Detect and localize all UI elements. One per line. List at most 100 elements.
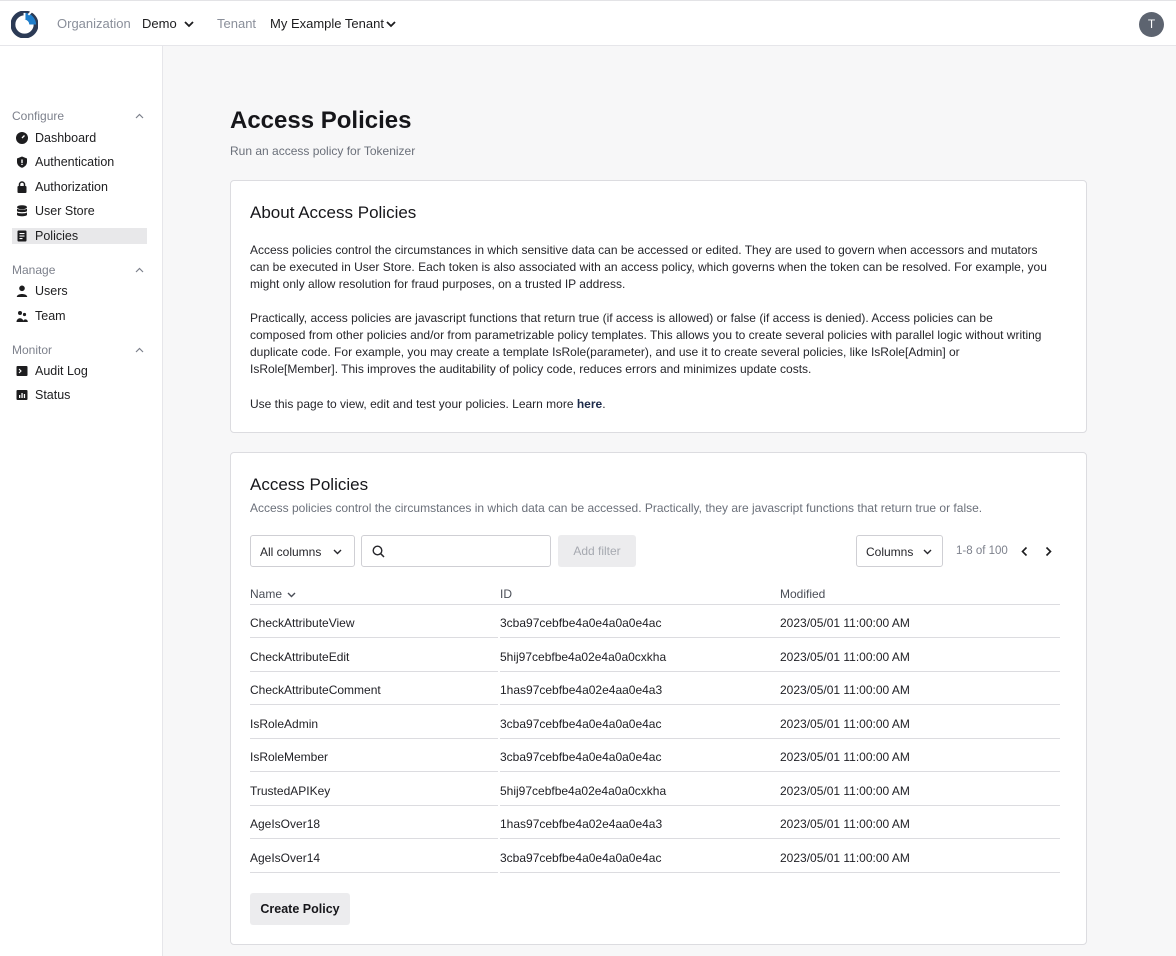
policies-card: Access Policies Access policies control … bbox=[230, 452, 1087, 945]
table-row[interactable]: CheckAttributeComment 1has97cebfbe4a02e4a… bbox=[250, 672, 1060, 705]
sidebar-item-status[interactable]: Status bbox=[12, 387, 147, 403]
sidebar-item-label: Team bbox=[35, 309, 66, 323]
sidebar-item-team[interactable]: Team bbox=[12, 308, 147, 324]
row-divider bbox=[500, 871, 1060, 873]
column-header-modified[interactable]: Modified bbox=[780, 587, 825, 601]
policies-card-subtitle: Access policies control the circumstance… bbox=[250, 501, 983, 515]
organization-selector[interactable]: Demo bbox=[142, 16, 177, 31]
tenant-selector[interactable]: My Example Tenant bbox=[270, 16, 384, 31]
lock-icon bbox=[17, 181, 27, 193]
cell-modified: 2023/05/01 11:00:00 AM bbox=[780, 649, 910, 664]
add-filter-button[interactable]: Add filter bbox=[558, 535, 636, 567]
sidebar-item-authorization[interactable]: Authorization bbox=[12, 179, 147, 195]
cell-id: 3cba97cebfbe4a0e4a0a0e4ac bbox=[500, 616, 662, 630]
table-row[interactable]: IsRoleMember 3cba97cebfbe4a0e4a0a0e4ac 202… bbox=[250, 739, 1060, 772]
cell-id: 3cba97cebfbe4a0e4a0a0e4ac bbox=[500, 850, 662, 865]
bar-chart-icon bbox=[16, 390, 28, 400]
cell-id: 1has97cebfbe4a02e4aa0e4a3 bbox=[500, 817, 663, 831]
sidebar: Configure Dashboard Authentication Autho… bbox=[0, 46, 163, 956]
sidebar-item-users[interactable]: Users bbox=[12, 283, 147, 299]
chevron-up-icon[interactable] bbox=[135, 267, 144, 273]
chevron-up-icon[interactable] bbox=[135, 347, 144, 353]
search-box[interactable] bbox=[361, 535, 551, 567]
cell-modified: 2023/05/01 11:00:00 AM bbox=[780, 850, 910, 865]
cell-name: CheckAttributeComment bbox=[250, 683, 381, 697]
about-paragraph-2: Practically, access policies are javascr… bbox=[250, 311, 1042, 376]
cell-modified: 2023/05/01 11:00:00 AM bbox=[780, 683, 910, 697]
policies-card-title: Access Policies bbox=[250, 475, 369, 494]
cell-name: IsRoleMember bbox=[250, 750, 329, 764]
team-icon bbox=[16, 311, 28, 322]
column-header-id[interactable]: ID bbox=[500, 587, 512, 601]
sort-chevron-down-icon[interactable] bbox=[287, 591, 296, 598]
row-divider bbox=[250, 871, 498, 873]
user-icon bbox=[16, 285, 28, 297]
table-row[interactable]: TrustedAPIKey 5hij97cebfbe4a02e4a0a0cxkha… bbox=[250, 773, 1060, 806]
sidebar-item-label: Status bbox=[35, 388, 71, 402]
app-logo-icon[interactable] bbox=[11, 11, 38, 38]
sidebar-section-monitor[interactable]: Monitor bbox=[12, 343, 52, 357]
cell-modified: 2023/05/01 11:00:00 AM bbox=[780, 716, 910, 731]
sidebar-item-audit-log[interactable]: Audit Log bbox=[12, 363, 147, 379]
sidebar-item-dashboard[interactable]: Dashboard bbox=[12, 130, 147, 146]
column-filter-value: All columns bbox=[260, 545, 322, 559]
gauge-icon bbox=[16, 132, 28, 144]
tenant-label: Tenant bbox=[217, 16, 257, 31]
terminal-icon bbox=[16, 366, 28, 376]
about-paragraph-1: Access policies control the circumstance… bbox=[250, 243, 1047, 291]
about-card-title: About Access Policies bbox=[250, 203, 417, 222]
cell-name: AgeIsOver18 bbox=[250, 817, 321, 831]
learn-more-link[interactable]: here bbox=[577, 397, 602, 411]
organization-label: Organization bbox=[57, 16, 131, 31]
shield-icon bbox=[17, 156, 27, 168]
about-paragraph-3-suffix: . bbox=[602, 397, 606, 411]
about-paragraph-3-text: Use this page to view, edit and test you… bbox=[250, 397, 577, 411]
cell-modified: 2023/05/01 11:00:00 AM bbox=[780, 616, 910, 630]
pagination-info: 1-8 of 100 bbox=[956, 545, 1008, 557]
sidebar-item-label: Policies bbox=[35, 229, 79, 243]
cell-modified: 2023/05/01 11:00:00 AM bbox=[780, 817, 910, 831]
cell-id: 1has97cebfbe4a02e4aa0e4a3 bbox=[500, 683, 663, 697]
cell-id: 5hij97cebfbe4a02e4a0a0cxkha bbox=[500, 649, 667, 664]
sidebar-section-manage[interactable]: Manage bbox=[12, 263, 55, 277]
page-subtitle: Run an access policy for Tokenizer bbox=[230, 144, 416, 158]
table-row[interactable]: CheckAttributeEdit 5hij97cebfbe4a02e4a0a0… bbox=[250, 639, 1060, 672]
column-filter-select[interactable]: All columns bbox=[250, 535, 355, 567]
table-row[interactable]: AgeIsOver18 1has97cebfbe4a02e4aa0e4a3 2023… bbox=[250, 806, 1060, 839]
sidebar-item-label: Authentication bbox=[35, 155, 115, 169]
chevron-down-icon[interactable] bbox=[385, 19, 397, 29]
avatar[interactable]: T bbox=[1139, 12, 1164, 37]
sidebar-item-label: Users bbox=[35, 284, 68, 298]
cell-name: TrustedAPIKey bbox=[250, 783, 331, 798]
sidebar-item-label: User Store bbox=[35, 204, 95, 218]
cell-id: 5hij97cebfbe4a02e4a0a0cxkha bbox=[500, 783, 667, 798]
chevron-down-icon bbox=[923, 549, 932, 555]
sidebar-item-authentication[interactable]: Authentication bbox=[12, 154, 147, 170]
cell-modified: 2023/05/01 11:00:00 AM bbox=[780, 783, 910, 798]
table-row[interactable]: AgeIsOver14 3cba97cebfbe4a0e4a0a0e4ac 2023… bbox=[250, 840, 1060, 873]
chevron-left-icon[interactable] bbox=[1020, 546, 1030, 557]
cell-id: 3cba97cebfbe4a0e4a0a0e4ac bbox=[500, 716, 662, 731]
create-policy-button[interactable]: Create Policy bbox=[250, 893, 350, 925]
cell-name: CheckAttributeEdit bbox=[250, 649, 350, 664]
columns-button-label: Columns bbox=[866, 545, 914, 559]
sidebar-section-configure[interactable]: Configure bbox=[12, 109, 64, 123]
chevron-down-icon[interactable] bbox=[183, 19, 195, 29]
sidebar-item-policies[interactable]: Policies bbox=[12, 228, 147, 244]
sidebar-item-user-store[interactable]: User Store bbox=[12, 203, 147, 219]
page-title: Access Policies bbox=[230, 107, 412, 134]
columns-button[interactable]: Columns bbox=[856, 535, 943, 567]
cell-name: IsRoleAdmin bbox=[250, 716, 319, 731]
search-input[interactable] bbox=[392, 542, 542, 560]
top-bar: Organization Demo Tenant My Example Tena… bbox=[0, 0, 1176, 46]
document-icon bbox=[17, 230, 27, 242]
column-header-name[interactable]: Name bbox=[250, 587, 282, 601]
chevron-up-icon[interactable] bbox=[135, 113, 144, 119]
table-row[interactable]: CheckAttributeView 3cba97cebfbe4a0e4a0a0e… bbox=[250, 605, 1060, 638]
cell-name: AgeIsOver14 bbox=[250, 850, 321, 865]
cell-modified: 2023/05/01 11:00:00 AM bbox=[780, 750, 910, 764]
cell-name: CheckAttributeView bbox=[250, 616, 355, 630]
chevron-right-icon[interactable] bbox=[1043, 546, 1053, 557]
table-row[interactable]: IsRoleAdmin 3cba97cebfbe4a0e4a0a0e4ac 2023… bbox=[250, 706, 1060, 739]
search-icon bbox=[372, 545, 385, 558]
